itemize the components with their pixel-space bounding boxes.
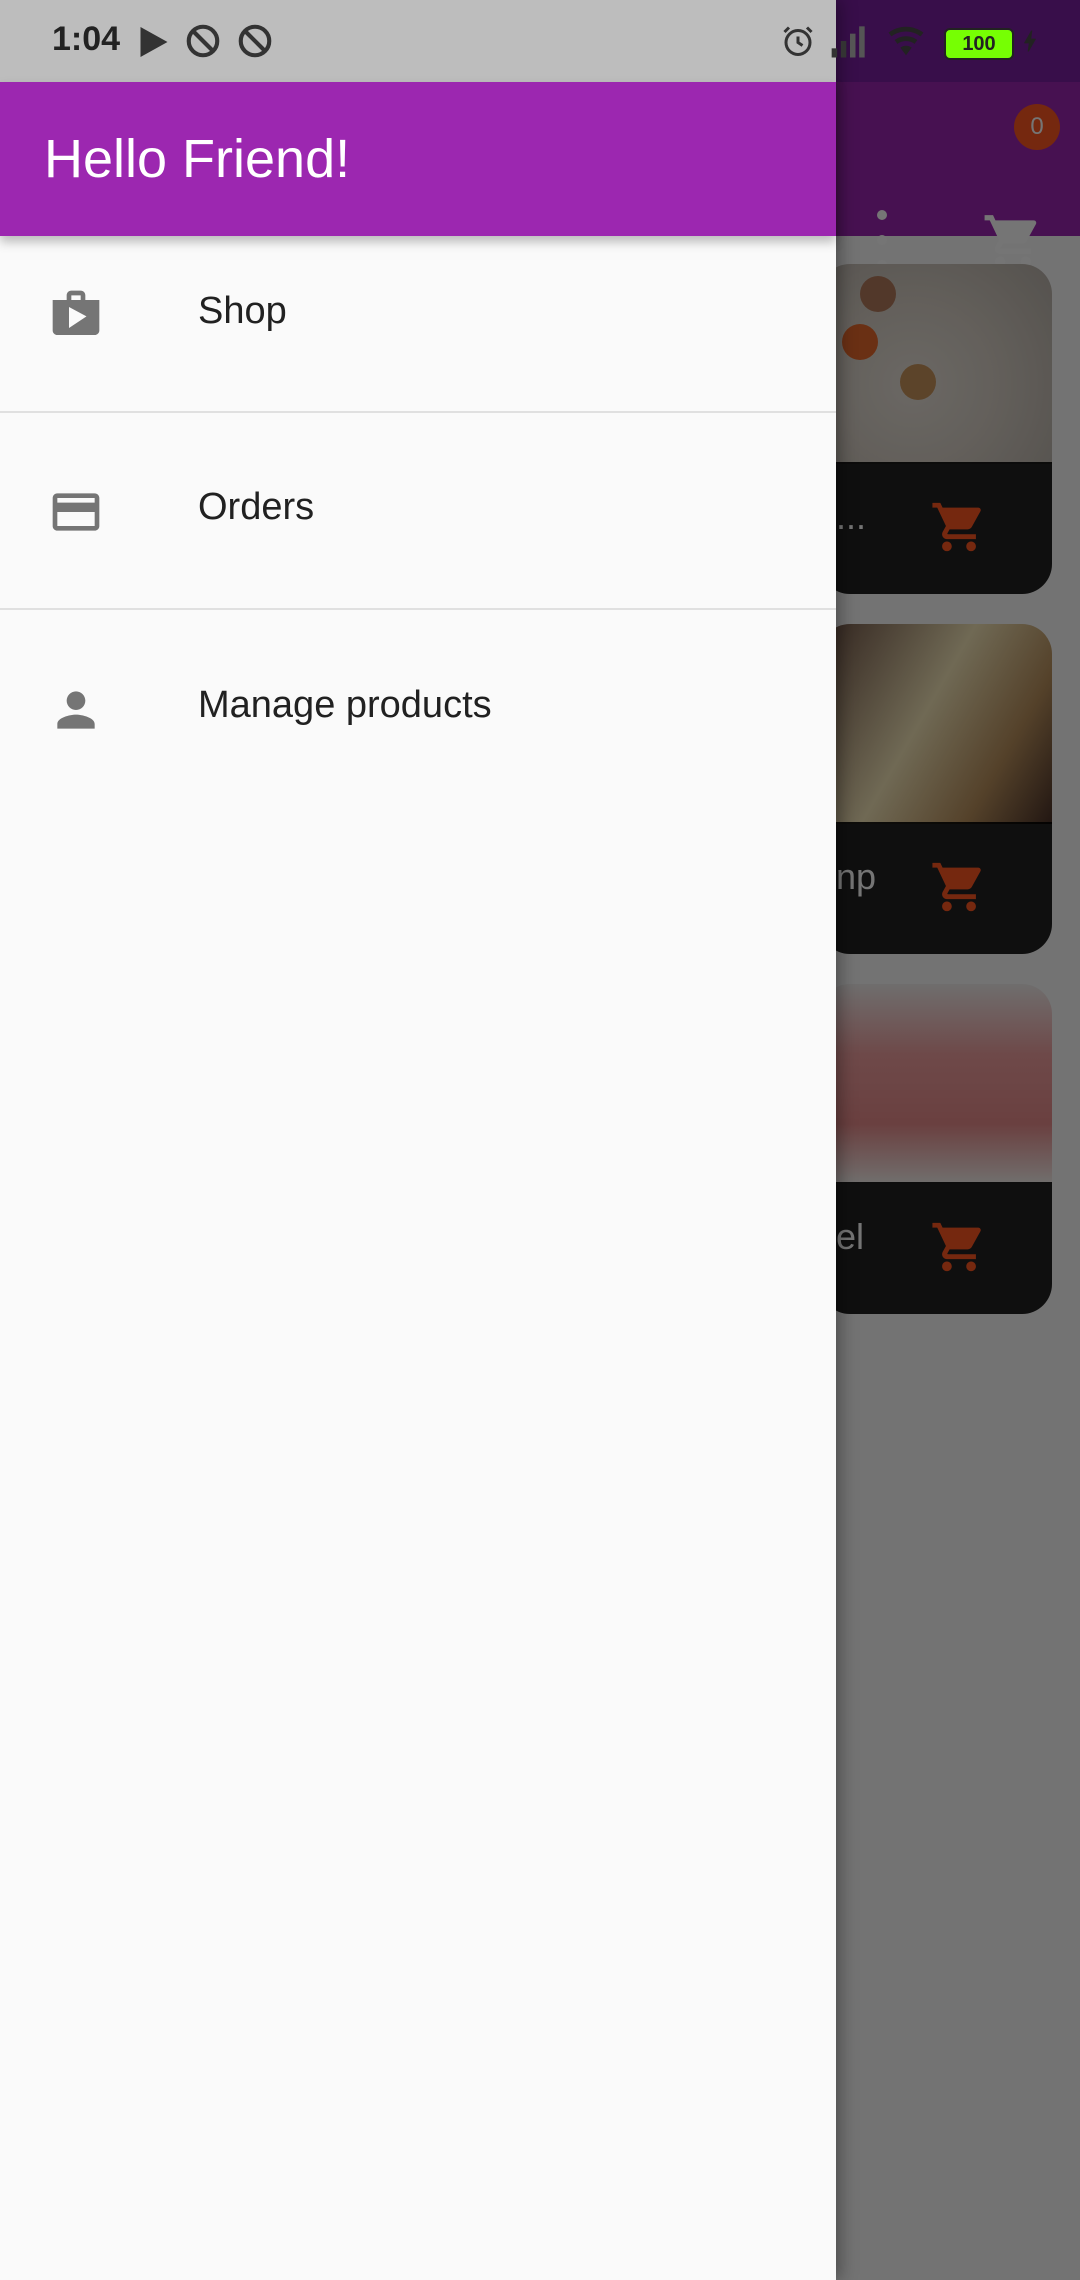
navigation-drawer: Hello Friend! Shop Orders Manage product… bbox=[0, 0, 836, 2280]
no-disturb-icon bbox=[238, 24, 272, 58]
drawer-item-manage-products[interactable]: Manage products bbox=[0, 610, 836, 806]
person-icon bbox=[57, 691, 95, 729]
drawer-item-shop[interactable]: Shop bbox=[0, 236, 836, 412]
alarm-icon bbox=[783, 26, 813, 56]
drawer-title: Hello Friend! bbox=[44, 129, 351, 189]
status-time: 1:04 bbox=[52, 20, 121, 58]
charging-icon bbox=[1024, 30, 1036, 52]
wifi-icon bbox=[888, 26, 924, 56]
play-store-icon bbox=[140, 27, 168, 57]
drawer-item-orders[interactable]: Orders bbox=[0, 412, 836, 608]
drawer-header: Hello Friend! bbox=[0, 82, 836, 236]
signal-icon bbox=[831, 26, 865, 58]
shop-icon bbox=[52, 290, 100, 335]
credit-card-icon bbox=[52, 493, 100, 531]
status-bar: 1:04 100 bbox=[0, 0, 1080, 82]
no-disturb-icon bbox=[186, 24, 220, 58]
battery-level: 100 bbox=[962, 32, 996, 55]
battery-icon: 100 bbox=[944, 28, 1014, 60]
drawer-item-label: Shop bbox=[198, 290, 287, 332]
drawer-item-label: Manage products bbox=[198, 684, 492, 726]
drawer-item-label: Orders bbox=[198, 486, 315, 528]
